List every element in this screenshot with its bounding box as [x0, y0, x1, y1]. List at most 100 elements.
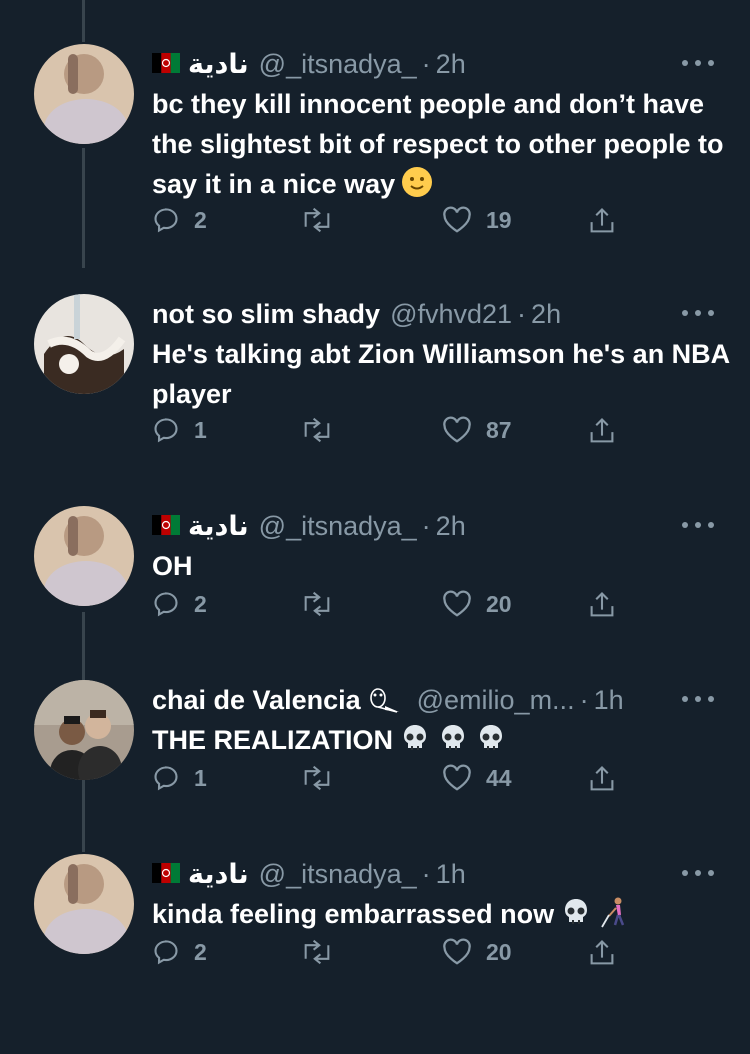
reply-button[interactable]: 1 — [152, 764, 207, 792]
display-name[interactable]: chai de Valencia — [152, 682, 361, 718]
slightly-smiling-face-icon — [401, 166, 433, 209]
share-button[interactable] — [588, 206, 616, 236]
reply-icon — [154, 592, 178, 617]
heart-icon — [443, 590, 471, 617]
more-options-icon[interactable] — [682, 868, 714, 878]
tweet[interactable]: نادية @_itsnadya_ · 2h OH 2 20 — [0, 506, 750, 706]
like-count: 20 — [486, 590, 512, 617]
reply-button[interactable]: 1 — [152, 416, 207, 444]
avatar[interactable] — [34, 294, 134, 394]
tweet-text-container: THE REALIZATION — [152, 720, 732, 765]
retweet-button[interactable] — [300, 416, 348, 444]
share-button[interactable] — [588, 416, 616, 446]
skull-icon — [399, 722, 431, 765]
heart-icon — [443, 416, 471, 443]
tweet-text-container: bc they kill innocent people and don’t h… — [152, 84, 732, 209]
like-count: 19 — [486, 206, 512, 233]
share-button[interactable] — [588, 764, 616, 794]
tweet-actions: 1 87 — [152, 416, 632, 456]
tweet-text: bc they kill innocent people and don’t h… — [152, 89, 724, 199]
display-name[interactable]: نادية — [188, 856, 249, 892]
more-options-icon[interactable] — [682, 58, 714, 68]
timestamp[interactable]: 2h — [436, 508, 466, 544]
skull-icon — [437, 722, 469, 765]
tweet-actions: 1 44 — [152, 764, 632, 804]
tweet-text: He's talking abt Zion Williamson he's an… — [152, 339, 730, 409]
share-icon — [590, 591, 614, 617]
reply-count: 1 — [194, 416, 207, 443]
like-count: 44 — [486, 764, 512, 791]
share-icon — [590, 417, 614, 443]
avatar[interactable] — [34, 506, 134, 606]
reply-icon — [154, 766, 178, 791]
avatar[interactable] — [34, 680, 134, 780]
timestamp[interactable]: 2h — [531, 296, 561, 332]
like-button[interactable]: 44 — [442, 764, 512, 792]
handle[interactable]: @_itsnadya_ — [259, 46, 417, 82]
afghanistan-flag-icon — [152, 46, 180, 82]
retweet-icon — [304, 591, 330, 617]
avatar[interactable] — [34, 854, 134, 954]
reply-button[interactable]: 2 — [152, 206, 207, 234]
timestamp[interactable]: 2h — [436, 46, 466, 82]
separator: · — [421, 511, 431, 541]
handle[interactable]: @_itsnadya_ — [259, 856, 417, 892]
reply-icon — [154, 940, 178, 965]
more-options-icon[interactable] — [682, 308, 714, 318]
tweet-text: OH — [152, 551, 193, 581]
share-button[interactable] — [588, 590, 616, 620]
timestamp[interactable]: 1h — [594, 682, 624, 718]
reply-icon — [154, 208, 178, 233]
separator: · — [421, 859, 431, 889]
tweet-actions: 2 19 — [152, 206, 632, 246]
separator: · — [579, 685, 589, 715]
tweet-text: THE REALIZATION — [152, 725, 393, 755]
handle[interactable]: @_itsnadya_ — [259, 508, 417, 544]
tweet[interactable]: نادية @_itsnadya_ · 1h kinda feeling emb… — [0, 854, 750, 1054]
afghanistan-flag-icon — [152, 856, 180, 892]
tweet[interactable]: not so slim shady @fvhvd21 · 2h He's tal… — [0, 294, 750, 494]
retweet-icon — [304, 939, 330, 965]
like-button[interactable]: 20 — [442, 590, 512, 618]
handle[interactable]: @fvhvd21 — [390, 296, 512, 332]
like-button[interactable]: 19 — [442, 206, 512, 234]
tweet[interactable]: chai de Valencia @emilio_m... · 1h THE R… — [0, 680, 750, 880]
skull-icon — [560, 896, 592, 939]
retweet-icon — [304, 207, 330, 233]
retweet-button[interactable] — [300, 764, 348, 792]
reply-icon — [154, 418, 178, 443]
reply-count: 2 — [194, 206, 207, 233]
separator: · — [421, 49, 431, 79]
like-button[interactable]: 87 — [442, 416, 512, 444]
owl-icon — [365, 686, 401, 714]
timestamp[interactable]: 1h — [436, 856, 466, 892]
more-options-icon[interactable] — [682, 520, 714, 530]
reply-button[interactable]: 2 — [152, 590, 207, 618]
separator: · — [517, 299, 527, 329]
more-options-icon[interactable] — [682, 694, 714, 704]
reply-button[interactable]: 2 — [152, 938, 207, 966]
heart-icon — [443, 206, 471, 233]
retweet-button[interactable] — [300, 206, 348, 234]
afghanistan-flag-icon — [152, 508, 180, 544]
like-count: 87 — [486, 416, 512, 443]
display-name[interactable]: نادية — [188, 46, 249, 82]
retweet-button[interactable] — [300, 590, 348, 618]
tweet-actions: 2 20 — [152, 938, 632, 978]
reply-count: 2 — [194, 590, 207, 617]
display-name[interactable]: not so slim shady — [152, 296, 380, 332]
tweet-text: kinda feeling embarrassed now — [152, 899, 555, 929]
like-count: 20 — [486, 938, 512, 965]
retweet-button[interactable] — [300, 938, 348, 966]
tweet[interactable]: نادية @_itsnadya_ · 2h bc they kill inno… — [0, 44, 750, 244]
reply-count: 2 — [194, 938, 207, 965]
person-with-white-cane-icon — [598, 896, 630, 939]
display-name[interactable]: نادية — [188, 508, 249, 544]
share-button[interactable] — [588, 938, 616, 968]
avatar[interactable] — [34, 44, 134, 144]
heart-icon — [443, 764, 471, 791]
handle[interactable]: @emilio_m... — [417, 682, 575, 718]
retweet-icon — [304, 765, 330, 791]
share-icon — [590, 939, 614, 965]
like-button[interactable]: 20 — [442, 938, 512, 966]
